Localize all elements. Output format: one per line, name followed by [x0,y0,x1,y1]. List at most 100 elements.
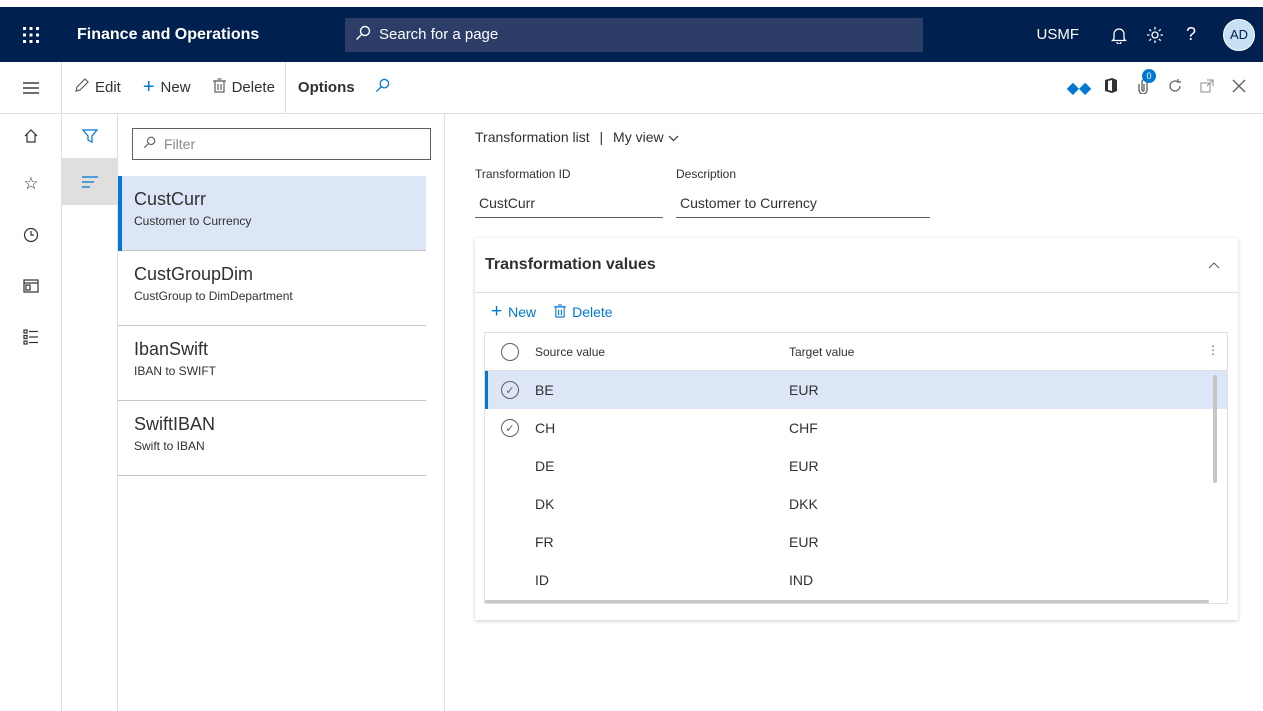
list-item[interactable]: CustCurr Customer to Currency [118,176,426,251]
target-value-cell[interactable]: EUR [789,382,1189,398]
list-item[interactable]: CustGroupDim CustGroup to DimDepartment [118,251,426,326]
new-label: New [160,79,191,96]
filter-input[interactable]: Filter [132,128,431,160]
column-header-target[interactable]: Target value [789,345,1189,359]
plus-icon: + [491,301,503,322]
app-launcher-icon[interactable] [0,7,62,62]
company-picker[interactable]: USMF [1037,26,1080,43]
open-new-window-icon[interactable] [1191,78,1223,98]
table-row[interactable]: ✓ CH CHF [485,409,1227,447]
workspaces-icon[interactable] [0,260,62,311]
list-item-subtitle: CustGroup to DimDepartment [134,289,293,303]
target-value-cell[interactable]: IND [789,572,1189,588]
target-value-cell[interactable]: EUR [789,458,1189,474]
source-value-cell[interactable]: ID [535,572,789,588]
favorites-star-icon[interactable]: ☆ [0,158,62,209]
transformation-values-grid: Source value Target value ⋮ ✓ BE EUR ✓ C… [484,332,1228,604]
horizontal-scrollbar[interactable] [485,600,1209,603]
fasttab-header[interactable]: Transformation values [475,238,1238,293]
table-row[interactable]: DK DKK [485,485,1227,523]
page-caption: Transformation list | My view [475,129,679,145]
table-row[interactable]: DE EUR [485,447,1227,485]
transformation-list: CustCurr Customer to Currency CustGroupD… [118,176,426,476]
refresh-icon[interactable] [1159,78,1191,99]
chevron-down-icon [668,129,679,145]
list-item-title: SwiftIBAN [134,414,216,434]
recent-clock-icon[interactable] [0,209,62,260]
list-pane: Filter CustCurr Customer to Currency Cus… [118,114,445,711]
modules-list-icon[interactable] [0,311,62,362]
page-title: Transformation list [475,129,590,145]
target-value-cell[interactable]: CHF [789,420,1189,436]
page-search-box[interactable]: Search for a page [345,17,923,52]
hamburger-icon[interactable] [0,61,62,114]
app-title[interactable]: Finance and Operations [77,26,345,44]
edit-label: Edit [95,79,121,96]
transformation-id-label: Transformation ID [475,167,571,181]
column-header-source[interactable]: Source value [535,345,789,359]
grid-header: Source value Target value ⋮ [485,333,1227,371]
row-checkbox[interactable]: ✓ [501,381,519,399]
options-tab[interactable]: Options [284,61,365,114]
source-value-cell[interactable]: DK [535,496,789,512]
table-row[interactable]: ✓ BE EUR [485,371,1227,409]
description-field[interactable]: Customer to Currency [676,188,930,218]
search-icon [143,136,156,152]
delete-label: Delete [231,79,275,96]
view-selector[interactable]: My view [613,129,678,145]
select-all-checkbox[interactable] [501,342,519,361]
attachments-badge: 0 [1142,68,1156,83]
home-icon[interactable] [0,114,62,158]
source-value-cell[interactable]: FR [535,534,789,550]
close-icon[interactable] [1223,79,1255,98]
source-value-cell[interactable]: BE [535,382,789,398]
pencil-icon [74,77,89,98]
list-tools [62,114,118,711]
list-item-title: IbanSwift [134,339,209,359]
list-item[interactable]: SwiftIBAN Swift to IBAN [118,401,426,476]
source-value-cell[interactable]: DE [535,458,789,474]
list-item-subtitle: Swift to IBAN [134,439,205,453]
list-item-subtitle: Customer to Currency [134,214,252,228]
action-search-icon[interactable] [365,78,400,98]
help-icon[interactable]: ? [1173,7,1209,62]
navigation-pane: ☆ [0,114,62,711]
chevron-up-icon[interactable] [1208,256,1220,272]
plus-icon: + [142,76,155,98]
table-row[interactable]: FR EUR [485,523,1227,561]
fasttab-delete-button[interactable]: Delete [572,304,612,320]
fasttab-actions: + New Delete [475,293,1238,331]
details-pane: Transformation list | My view Transforma… [445,114,1263,711]
table-row[interactable]: ID IND [485,561,1227,599]
fasttab-title: Transformation values [485,256,656,273]
row-checkbox[interactable]: ✓ [501,419,519,437]
attachments-icon[interactable]: 0 [1127,68,1159,99]
list-item-title: CustGroupDim [134,264,254,284]
trash-icon [554,303,567,321]
filter-placeholder: Filter [164,136,196,152]
transformation-id-field[interactable]: CustCurr [475,188,663,218]
top-bar: Finance and Operations Search for a page… [0,0,1263,62]
office-icon[interactable] [1095,78,1127,98]
scrollbar-thumb[interactable] [1213,375,1217,483]
list-item[interactable]: IbanSwift IBAN to SWIFT [118,326,426,401]
bell-icon[interactable] [1101,7,1137,62]
gear-icon[interactable] [1137,7,1173,62]
power-apps-icon[interactable]: ◆◆ [1063,78,1095,98]
more-options-icon[interactable]: ⋮ [1207,343,1219,357]
action-pane: Edit + New Delete Options ◆◆ 0 [0,61,1263,114]
show-list-icon[interactable] [62,158,118,205]
target-value-cell[interactable]: EUR [789,534,1189,550]
edit-button[interactable]: Edit [62,62,131,114]
new-button[interactable]: + New [131,62,201,114]
list-item-subtitle: IBAN to SWIFT [134,364,217,378]
filter-funnel-icon[interactable] [62,114,118,158]
target-value-cell[interactable]: DKK [789,496,1189,512]
avatar[interactable]: AD [1223,18,1255,51]
source-value-cell[interactable]: CH [535,420,789,436]
vertical-scrollbar[interactable] [1211,371,1219,601]
fasttab-new-button[interactable]: New [508,304,536,320]
delete-button[interactable]: Delete [201,62,285,114]
list-item-title: CustCurr [134,189,207,209]
transformation-values-fasttab: Transformation values + New Delete Sourc… [475,238,1238,620]
